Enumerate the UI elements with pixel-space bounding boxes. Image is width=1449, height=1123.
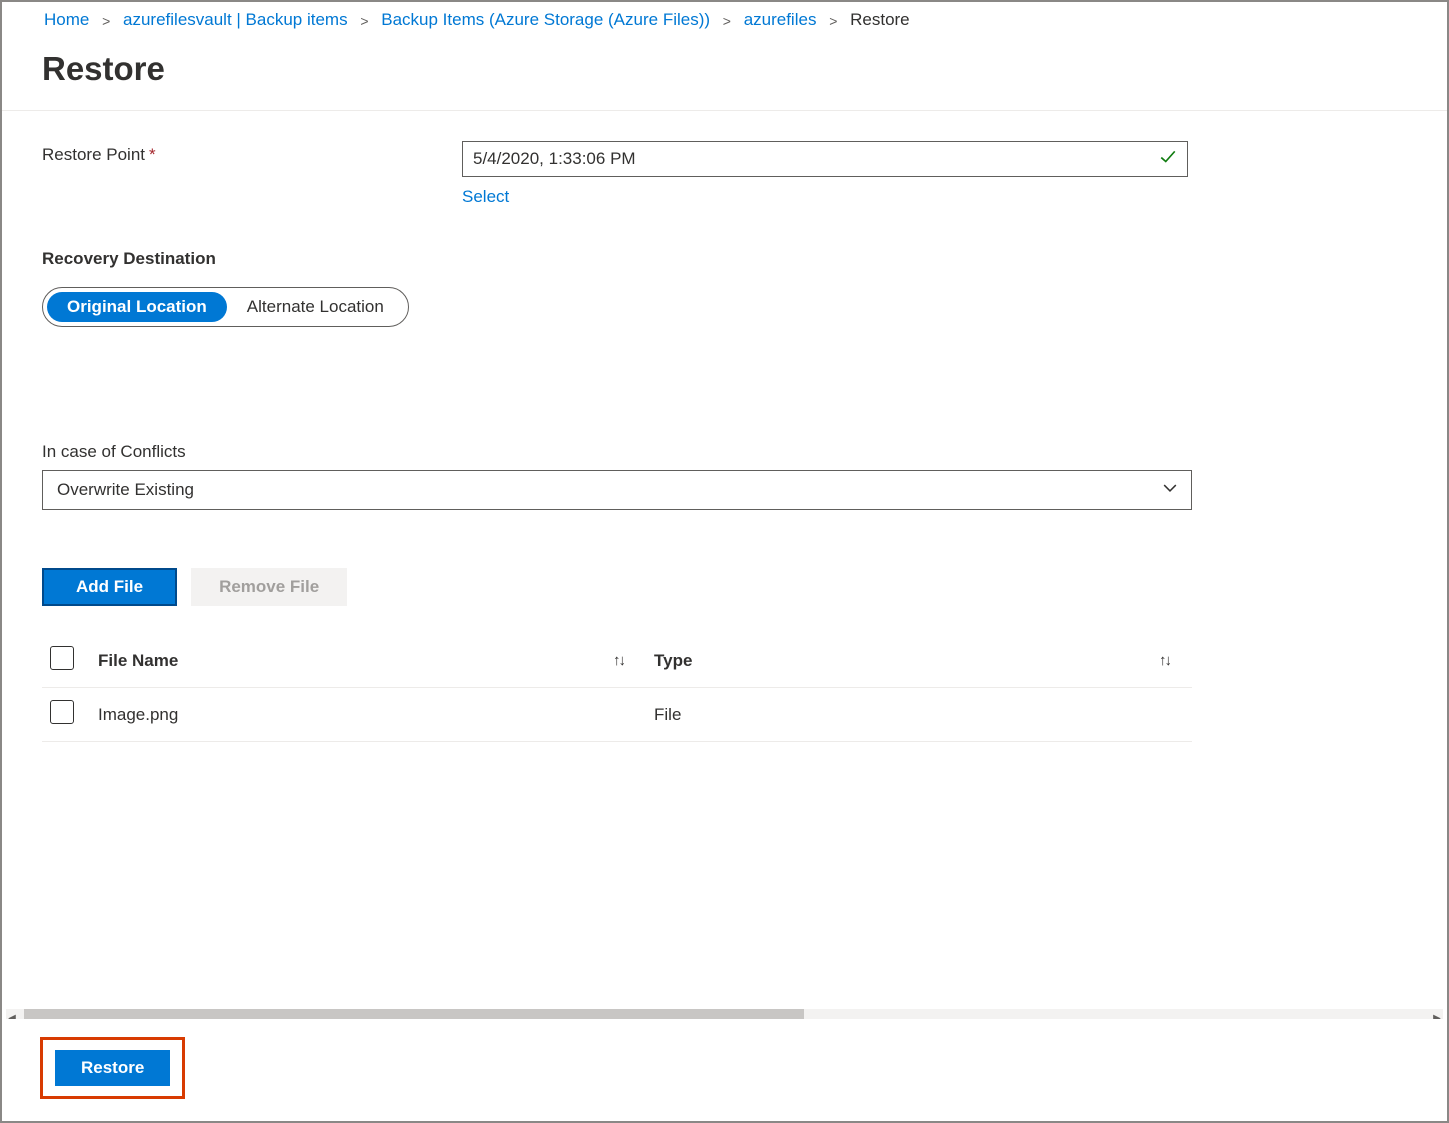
files-table: File Name ↑↓ Type ↑↓ Image.png File <box>42 634 1192 742</box>
remove-file-button: Remove File <box>191 568 347 606</box>
page-title: Restore <box>42 50 1407 88</box>
required-asterisk: * <box>149 145 156 164</box>
conflicts-label: In case of Conflicts <box>42 442 1407 462</box>
page-title-bar: Restore <box>2 38 1447 111</box>
sort-icon: ↑↓ <box>1159 652 1170 669</box>
select-all-checkbox[interactable] <box>50 646 74 670</box>
row-checkbox[interactable] <box>50 700 74 724</box>
header-type[interactable]: Type ↑↓ <box>654 651 1184 671</box>
restore-point-label-text: Restore Point <box>42 145 145 164</box>
restore-point-label: Restore Point* <box>42 141 462 165</box>
row-type: File <box>654 705 1184 725</box>
breadcrumb-azurefiles[interactable]: azurefiles <box>744 10 817 29</box>
content-area: Restore Point* 5/4/2020, 1:33:06 PM Sele… <box>2 111 1447 742</box>
select-restore-point-link[interactable]: Select <box>462 187 509 207</box>
restore-point-input[interactable]: 5/4/2020, 1:33:06 PM <box>462 141 1188 177</box>
add-file-button[interactable]: Add File <box>42 568 177 606</box>
breadcrumb-home[interactable]: Home <box>44 10 89 29</box>
table-row: Image.png File <box>42 688 1192 742</box>
table-header: File Name ↑↓ Type ↑↓ <box>42 634 1192 688</box>
chevron-down-icon <box>1163 480 1177 500</box>
conflicts-value: Overwrite Existing <box>57 480 194 500</box>
restore-point-value: 5/4/2020, 1:33:06 PM <box>473 149 636 169</box>
breadcrumb-backup-items[interactable]: Backup Items (Azure Storage (Azure Files… <box>381 10 710 29</box>
header-filename-label: File Name <box>98 651 178 671</box>
recovery-destination-heading: Recovery Destination <box>42 249 1407 269</box>
footer: Restore <box>2 1019 1447 1121</box>
checkmark-icon <box>1159 148 1177 171</box>
pill-alternate-location[interactable]: Alternate Location <box>227 292 404 322</box>
row-type-text: File <box>654 705 681 725</box>
conflicts-dropdown[interactable]: Overwrite Existing <box>42 470 1192 510</box>
pill-original-location[interactable]: Original Location <box>47 292 227 322</box>
recovery-destination-toggle: Original Location Alternate Location <box>42 287 409 327</box>
row-filename: Image.png <box>98 705 654 725</box>
header-type-label: Type <box>654 651 692 671</box>
chevron-right-icon: > <box>723 13 731 29</box>
file-button-row: Add File Remove File <box>42 568 1407 606</box>
sort-icon: ↑↓ <box>613 652 624 669</box>
breadcrumb-vault[interactable]: azurefilesvault | Backup items <box>123 10 348 29</box>
breadcrumb: Home > azurefilesvault | Backup items > … <box>2 2 1447 38</box>
chevron-right-icon: > <box>102 13 110 29</box>
restore-button[interactable]: Restore <box>55 1050 170 1086</box>
breadcrumb-current: Restore <box>850 10 910 29</box>
header-checkbox-cell <box>50 646 98 675</box>
chevron-right-icon: > <box>360 13 368 29</box>
row-checkbox-cell <box>50 700 98 729</box>
header-filename[interactable]: File Name ↑↓ <box>98 651 654 671</box>
restore-highlight-box: Restore <box>40 1037 185 1099</box>
chevron-right-icon: > <box>829 13 837 29</box>
restore-point-row: Restore Point* 5/4/2020, 1:33:06 PM <box>42 141 1407 177</box>
row-filename-text: Image.png <box>98 705 178 725</box>
